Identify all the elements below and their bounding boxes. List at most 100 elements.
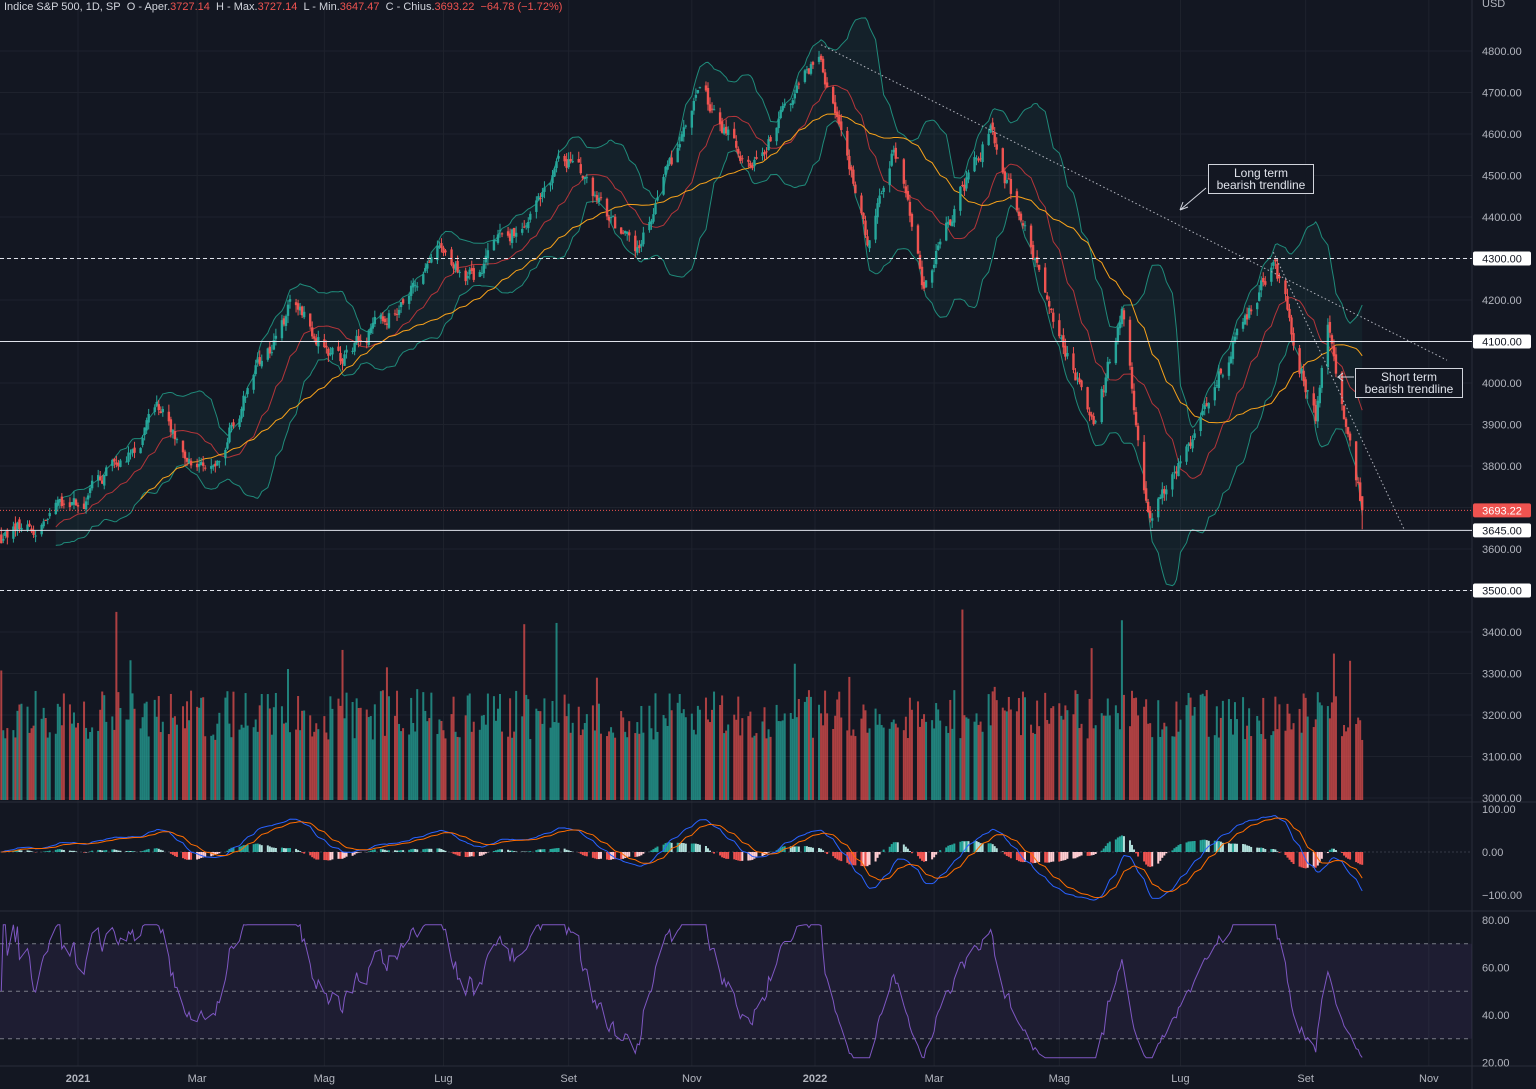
macd-histogram-bar bbox=[1038, 852, 1041, 862]
candle bbox=[765, 151, 768, 153]
volume-bar bbox=[1242, 697, 1245, 800]
macd-histogram-bar bbox=[117, 850, 120, 852]
volume-bar bbox=[824, 690, 827, 800]
candle bbox=[141, 438, 144, 446]
macd-histogram-bar bbox=[767, 852, 770, 853]
macd-histogram-bar bbox=[557, 847, 560, 852]
macd-histogram-bar bbox=[868, 852, 871, 865]
macd-histogram-bar bbox=[513, 851, 516, 852]
macd-histogram-bar bbox=[325, 852, 328, 861]
volume-bar bbox=[1207, 736, 1210, 800]
macd-histogram-bar bbox=[97, 849, 100, 852]
macd-histogram-bar bbox=[26, 850, 29, 852]
macd-histogram-bar bbox=[993, 846, 996, 852]
volume-bar bbox=[339, 705, 342, 800]
volume-bar bbox=[597, 703, 600, 800]
macd-histogram-bar bbox=[70, 850, 73, 852]
candle bbox=[46, 518, 49, 520]
macd-histogram-bar bbox=[951, 844, 954, 852]
volume-bar bbox=[987, 694, 990, 800]
candle bbox=[733, 128, 736, 139]
volume-bar bbox=[159, 732, 162, 800]
low-value: 3647.47 bbox=[339, 1, 380, 13]
short-term-trendline-note[interactable]: Short term bearish trendline bbox=[1355, 368, 1463, 398]
macd-histogram-bar bbox=[1088, 852, 1091, 856]
candle bbox=[656, 197, 659, 201]
macd-histogram-bar bbox=[145, 849, 148, 852]
macd-histogram-bar bbox=[492, 851, 495, 852]
volume-bar bbox=[608, 731, 611, 800]
macd-histogram-bar bbox=[595, 852, 598, 860]
candle bbox=[327, 348, 330, 356]
candle bbox=[1348, 433, 1352, 441]
volume-bar bbox=[509, 698, 512, 800]
macd-histogram-bar bbox=[408, 849, 411, 852]
candle bbox=[993, 131, 996, 144]
price-tick-label: 3100.00 bbox=[1482, 752, 1522, 764]
candle bbox=[1270, 267, 1273, 282]
macd-histogram-bar bbox=[1066, 852, 1069, 859]
candle bbox=[953, 209, 956, 223]
macd-histogram-bar bbox=[143, 850, 146, 852]
macd-histogram-bar bbox=[1227, 843, 1230, 852]
volume-bar bbox=[1258, 720, 1261, 800]
macd-histogram-bar bbox=[1086, 852, 1089, 856]
volume-bar bbox=[763, 707, 766, 800]
volume-bar bbox=[1094, 725, 1097, 800]
volume-bar bbox=[577, 706, 580, 800]
macd-histogram-bar bbox=[795, 846, 798, 852]
macd-histogram-bar bbox=[551, 848, 554, 852]
candle bbox=[173, 431, 177, 440]
volume-bar bbox=[70, 723, 73, 800]
volume-bar bbox=[1034, 733, 1037, 800]
macd-histogram-bar bbox=[1118, 836, 1121, 852]
macd-histogram-bar bbox=[426, 848, 429, 852]
volume-bar bbox=[230, 737, 233, 800]
volume-bar bbox=[1286, 703, 1289, 800]
macd-histogram-bar bbox=[894, 842, 897, 852]
candle bbox=[1354, 441, 1358, 481]
macd-histogram-bar bbox=[501, 849, 504, 852]
macd-histogram-bar bbox=[18, 850, 21, 852]
candle bbox=[416, 286, 419, 288]
macd-histogram-bar bbox=[820, 848, 823, 852]
volume-bar bbox=[1248, 708, 1251, 800]
volume-bar bbox=[153, 699, 156, 800]
long-term-trendline-note[interactable]: Long term bearish trendline bbox=[1208, 164, 1314, 194]
volume-bar bbox=[246, 725, 249, 800]
volume-bar bbox=[1009, 709, 1012, 800]
volume-bar bbox=[838, 691, 841, 800]
macd-histogram-bar bbox=[1165, 852, 1168, 854]
volume-bar bbox=[1276, 729, 1279, 800]
macd-histogram-bar bbox=[169, 852, 172, 854]
candle bbox=[88, 488, 92, 494]
candle bbox=[793, 93, 797, 99]
candle bbox=[906, 191, 910, 200]
volume-bar bbox=[783, 713, 786, 800]
macd-histogram-bar bbox=[1133, 849, 1136, 852]
close-value: 3693.22 bbox=[434, 1, 475, 13]
price-tick-label: 4200.00 bbox=[1482, 295, 1522, 307]
candle bbox=[797, 83, 801, 85]
macd-histogram-bar bbox=[733, 852, 736, 860]
candle bbox=[694, 94, 698, 98]
volume-bar bbox=[1080, 723, 1083, 800]
volume-bar bbox=[761, 721, 764, 800]
macd-histogram-bar bbox=[484, 852, 487, 854]
candle bbox=[1249, 309, 1253, 312]
candle bbox=[181, 440, 185, 453]
candle bbox=[1185, 446, 1188, 462]
candle bbox=[1130, 366, 1134, 389]
volume-bar bbox=[591, 705, 594, 800]
candle bbox=[696, 90, 700, 93]
macd-histogram-bar bbox=[1175, 846, 1178, 852]
volume-bar bbox=[385, 667, 388, 800]
volume-bar bbox=[791, 718, 794, 800]
macd-histogram-bar bbox=[1185, 842, 1188, 852]
volume-bar bbox=[272, 707, 275, 800]
volume-bar bbox=[357, 708, 360, 800]
volume-bar bbox=[1355, 724, 1358, 800]
candle bbox=[541, 192, 544, 198]
macd-histogram-bar bbox=[1143, 852, 1146, 862]
macd-histogram-bar bbox=[1312, 852, 1315, 868]
